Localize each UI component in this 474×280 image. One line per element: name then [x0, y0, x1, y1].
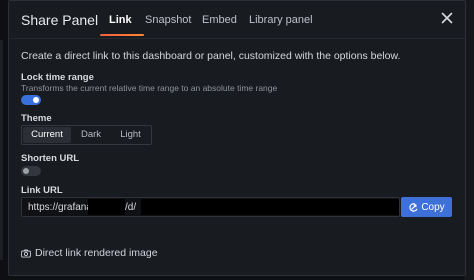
link-url-row: https://grafana /d/ Copy — [21, 197, 453, 217]
lock-time-range-label: Lock time range — [21, 72, 94, 83]
camera-icon — [21, 248, 31, 258]
toggle-knob — [33, 97, 39, 103]
tab-embed[interactable]: Embed — [202, 14, 237, 26]
shorten-url-toggle[interactable] — [21, 166, 41, 176]
theme-option-light[interactable]: Light — [111, 127, 150, 143]
background-edge — [0, 40, 3, 260]
link-url-path: /d/ — [125, 202, 137, 213]
redacted-path — [141, 199, 399, 215]
lock-time-range-description: Transforms the current relative time ran… — [21, 83, 278, 93]
lock-time-range-toggle[interactable] — [21, 95, 41, 105]
direct-link-label: Direct link rendered image — [35, 247, 158, 259]
theme-option-current[interactable]: Current — [23, 127, 71, 143]
copy-button[interactable]: Copy — [401, 197, 452, 217]
share-panel-modal: Share Panel Link Snapshot Embed Library … — [8, 0, 466, 276]
intro-text: Create a direct link to this dashboard o… — [21, 50, 401, 62]
modal-title: Share Panel — [21, 12, 99, 28]
toggle-knob — [23, 168, 29, 174]
shorten-url-label: Shorten URL — [21, 153, 80, 164]
link-url-prefix: https://grafana — [28, 202, 92, 213]
direct-link-rendered-image[interactable]: Direct link rendered image — [21, 247, 158, 259]
tab-library-panel[interactable]: Library panel — [249, 14, 313, 26]
copy-icon — [409, 202, 418, 212]
tab-link[interactable]: Link — [109, 14, 132, 26]
modal-header: Share Panel Link Snapshot Embed Library … — [9, 1, 465, 39]
theme-radio-group: Current Dark Light — [21, 125, 152, 145]
tab-snapshot[interactable]: Snapshot — [145, 14, 191, 26]
theme-option-dark[interactable]: Dark — [71, 127, 111, 143]
link-url-label: Link URL — [21, 185, 63, 196]
active-tab-indicator — [100, 34, 144, 36]
copy-button-label: Copy — [421, 201, 445, 213]
redacted-host — [88, 199, 125, 215]
theme-label: Theme — [21, 113, 52, 124]
close-icon[interactable] — [439, 10, 455, 26]
link-url-input[interactable]: https://grafana /d/ — [21, 197, 400, 217]
